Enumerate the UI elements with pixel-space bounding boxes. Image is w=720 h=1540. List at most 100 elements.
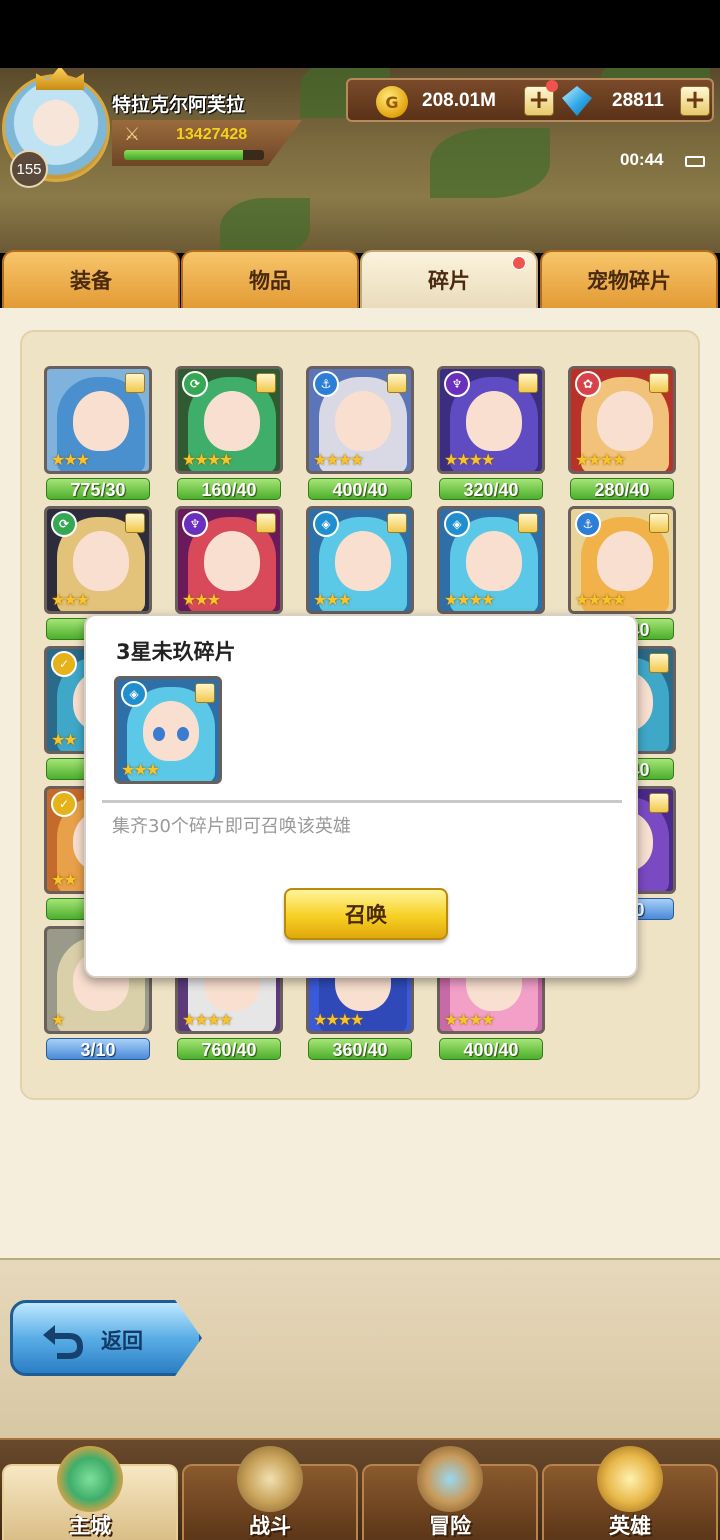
hero-face bbox=[204, 531, 260, 591]
dialog-description: 集齐30个碎片即可召唤该英雄 bbox=[112, 816, 351, 837]
hero-face bbox=[204, 391, 260, 451]
hero-face bbox=[597, 391, 653, 451]
faction-purple-icon: ♆ bbox=[182, 511, 208, 537]
gold-coin-icon: G bbox=[376, 86, 408, 118]
dialog-title: 3星未玖碎片 bbox=[116, 640, 236, 664]
hero-eye bbox=[177, 727, 189, 741]
puzzle-piece-icon bbox=[649, 793, 669, 813]
tab-items[interactable]: 物品 bbox=[181, 250, 359, 308]
star-rating: ★★★ bbox=[313, 590, 352, 609]
clock: 00:44 bbox=[620, 150, 664, 169]
puzzle-piece-icon bbox=[518, 513, 538, 533]
fragment-detail-dialog: 3星未玖碎片 ◈ ★★★ 集齐30个碎片即可召唤该英雄 召唤 bbox=[84, 614, 638, 978]
puzzle-piece-icon bbox=[518, 373, 538, 393]
player-name: 特拉克尔阿芙拉 bbox=[112, 94, 246, 116]
nav-battle[interactable]: 战斗 bbox=[182, 1446, 358, 1540]
exp-bar bbox=[124, 150, 264, 160]
tab-pet-fragments[interactable]: 宠物碎片 bbox=[540, 250, 718, 308]
faction-green-icon: ⟳ bbox=[182, 371, 208, 397]
scroll-map-icon bbox=[417, 1446, 483, 1512]
dialog-hero-card: ◈ ★★★ bbox=[114, 676, 224, 820]
hero-portrait: ◈ ★★★ bbox=[306, 506, 414, 614]
nav-label: 主城 bbox=[69, 1514, 111, 1538]
star-rating: ★★★★ bbox=[182, 1010, 233, 1029]
hero-eye bbox=[153, 727, 165, 741]
puzzle-piece-icon bbox=[387, 373, 407, 393]
diamond-icon bbox=[562, 86, 592, 116]
star-rating: ★★★ bbox=[51, 590, 90, 609]
star-rating: ★★★★ bbox=[313, 450, 364, 469]
puzzle-piece-icon bbox=[649, 373, 669, 393]
bottom-nav: 主城 战斗 冒险 英雄 bbox=[0, 1438, 720, 1540]
hero-portrait: ★★★ bbox=[44, 366, 152, 474]
power-value: 13427428 bbox=[176, 126, 248, 143]
summon-button[interactable]: 召唤 bbox=[284, 888, 448, 940]
fragment-item[interactable]: ⚓ ★★★★ 400/40 bbox=[306, 366, 416, 510]
battery-icon bbox=[685, 156, 705, 167]
star-rating: ★★★★ bbox=[444, 1010, 495, 1029]
star-rating: ★★★★ bbox=[575, 590, 626, 609]
nav-label: 战斗 bbox=[249, 1514, 291, 1538]
gold-amount: 208.01M bbox=[422, 90, 496, 111]
gem-amount: 28811 bbox=[612, 90, 664, 111]
nav-adventure[interactable]: 冒险 bbox=[362, 1446, 538, 1540]
nav-heroes[interactable]: 英雄 bbox=[542, 1446, 718, 1540]
hero-portrait: ⟳ ★★★ bbox=[44, 506, 152, 614]
power-plate: ⚔ 13427428 bbox=[112, 120, 302, 166]
hero-face bbox=[597, 531, 653, 591]
star-rating: ★★★ bbox=[121, 760, 160, 779]
tab-fragments[interactable]: 碎片 bbox=[360, 250, 538, 308]
fragment-count: 360/40 bbox=[308, 1038, 412, 1060]
divider bbox=[102, 800, 622, 803]
fragment-item[interactable]: ✿ ★★★★ 280/40 bbox=[568, 366, 678, 510]
currency-bar: G 208.01M + 28811 + bbox=[346, 78, 714, 122]
nav-main-city[interactable]: 主城 bbox=[2, 1446, 178, 1540]
faction-yellow-icon: ✓ bbox=[51, 791, 77, 817]
hero-portrait: ✿ ★★★★ bbox=[568, 366, 676, 474]
fragment-count: 280/40 bbox=[570, 478, 674, 500]
puzzle-piece-icon bbox=[649, 513, 669, 533]
faction-purple-icon: ♆ bbox=[444, 371, 470, 397]
notification-dot bbox=[546, 80, 558, 92]
hero-portrait: ♆ ★★★ bbox=[175, 506, 283, 614]
hero-portrait: ◈ ★★★ bbox=[114, 676, 222, 784]
nav-label: 冒险 bbox=[429, 1514, 471, 1538]
inventory-tabs: 装备 物品 碎片 宠物碎片 bbox=[0, 250, 720, 308]
notification-dot bbox=[512, 256, 526, 270]
hero-portrait: ⟳ ★★★★ bbox=[175, 366, 283, 474]
add-gems-button[interactable]: + bbox=[680, 86, 710, 116]
fragment-count: 760/40 bbox=[177, 1038, 281, 1060]
faction-blue-icon: ⚓ bbox=[313, 371, 339, 397]
star-rating: ★★ bbox=[51, 730, 78, 749]
crossed-swords-icon bbox=[237, 1446, 303, 1512]
star-rating: ★★★★ bbox=[182, 450, 233, 469]
back-button-label: 返回 bbox=[101, 1329, 143, 1353]
exp-bar-fill bbox=[124, 150, 243, 160]
fragment-item[interactable]: ⟳ ★★★★ 160/40 bbox=[175, 366, 285, 510]
fragment-item[interactable]: ★★★ 775/30 bbox=[44, 366, 154, 510]
fragment-count: 320/40 bbox=[439, 478, 543, 500]
star-rating: ★★★★ bbox=[575, 450, 626, 469]
hero-face bbox=[466, 391, 522, 451]
star-rating: ★ bbox=[51, 1010, 65, 1029]
bottom-area: 返回 bbox=[0, 1258, 720, 1438]
tab-equipment[interactable]: 装备 bbox=[2, 250, 180, 308]
fragment-item[interactable]: ♆ ★★★★ 320/40 bbox=[437, 366, 547, 510]
star-rating: ★★★ bbox=[51, 450, 90, 469]
back-arrow-icon bbox=[43, 1325, 83, 1359]
fragment-count: 775/30 bbox=[46, 478, 150, 500]
crown-icon bbox=[36, 68, 84, 90]
back-button[interactable]: 返回 bbox=[10, 1300, 202, 1376]
leaf-decoration bbox=[220, 198, 310, 253]
faction-red-icon: ✿ bbox=[575, 371, 601, 397]
fragment-count: 400/40 bbox=[439, 1038, 543, 1060]
faction-cyan-icon: ◈ bbox=[313, 511, 339, 537]
leaf-decoration bbox=[430, 128, 550, 198]
hero-face bbox=[466, 531, 522, 591]
fragment-count: 160/40 bbox=[177, 478, 281, 500]
faction-cyan-icon: ◈ bbox=[444, 511, 470, 537]
faction-yellow-icon: ✓ bbox=[51, 651, 77, 677]
player-header: 155 特拉克尔阿芙拉 ⚔ 13427428 G 208.01M + 28811… bbox=[0, 68, 720, 253]
hero-emblem-icon bbox=[597, 1446, 663, 1512]
nav-label: 英雄 bbox=[609, 1514, 651, 1538]
